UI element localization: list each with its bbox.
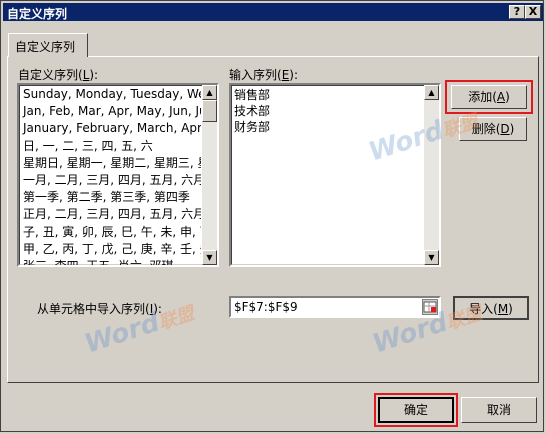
- list-item[interactable]: 子, 丑, 寅, 卯, 辰, 巳, 午, 未, 申, 酉: [21, 224, 201, 241]
- scroll-down-icon[interactable]: ▼: [202, 250, 217, 265]
- tab-label: 自定义序列: [15, 40, 76, 54]
- ok-button[interactable]: 确定: [378, 397, 454, 423]
- list-item[interactable]: 日, 一, 二, 三, 四, 五, 六: [21, 138, 201, 155]
- scroll-up-icon[interactable]: ▲: [202, 85, 217, 100]
- tab-custom-lists[interactable]: 自定义序列: [8, 33, 88, 57]
- custom-lists-items: Sunday, Monday, Tuesday, WednesdayJan, F…: [21, 86, 201, 265]
- list-item[interactable]: Jan, Feb, Mar, Apr, May, Jun, Jul: [21, 103, 201, 120]
- scroll-thumb[interactable]: [202, 100, 217, 122]
- add-button[interactable]: 添加(A): [451, 85, 527, 109]
- list-item[interactable]: 甲, 乙, 丙, 丁, 戊, 己, 庚, 辛, 壬, 癸: [21, 241, 201, 258]
- list-item[interactable]: Sunday, Monday, Tuesday, Wednesday: [21, 86, 201, 103]
- title-bar: 自定义序列 ? X: [3, 3, 543, 21]
- delete-button[interactable]: 删除(D): [459, 117, 527, 141]
- input-list-entries: 销售部 技术部 财务部: [234, 87, 270, 135]
- range-select-icon: [423, 301, 437, 313]
- custom-lists-label: 自定义序列(L):: [18, 68, 99, 82]
- list-item[interactable]: 一月, 二月, 三月, 四月, 五月, 六月, 七月: [21, 172, 201, 189]
- list-item[interactable]: 第一季, 第二季, 第三季, 第四季: [21, 189, 201, 206]
- list-item[interactable]: 张三, 李四, 王五, 肖六, 邓琪: [21, 258, 201, 265]
- import-range-label: 从单元格中导入序列(I):: [37, 302, 162, 316]
- scroll-down-icon[interactable]: ▼: [424, 250, 439, 265]
- scroll-up-icon[interactable]: ▲: [424, 85, 439, 100]
- input-list-line: 销售部: [234, 88, 271, 102]
- close-icon: X: [528, 5, 538, 18]
- custom-lists-scrollbar[interactable]: ▲ ▼: [202, 85, 217, 265]
- close-button[interactable]: X: [525, 5, 541, 19]
- import-button[interactable]: 导入(M): [453, 296, 529, 320]
- custom-lists-listbox[interactable]: Sunday, Monday, Tuesday, WednesdayJan, F…: [17, 83, 219, 267]
- input-list-line: 技术部: [234, 104, 271, 118]
- list-item[interactable]: January, February, March, April: [21, 120, 201, 137]
- input-list-line: 财务部: [234, 120, 271, 134]
- help-button[interactable]: ?: [509, 5, 525, 19]
- cancel-button[interactable]: 取消: [461, 397, 537, 423]
- input-list-scrollbar[interactable]: ▲ ▼: [424, 85, 439, 265]
- input-list-textarea[interactable]: 销售部技术部财务部 ▲ ▼: [229, 83, 441, 267]
- range-picker-button[interactable]: [422, 299, 438, 315]
- list-item[interactable]: 星期日, 星期一, 星期二, 星期三, 星期四: [21, 155, 201, 172]
- custom-lists-dialog: 自定义序列 ? X 自定义序列 自定义序列(L): Sunday, Monday…: [0, 0, 544, 432]
- help-icon: ?: [513, 5, 521, 18]
- import-range-input[interactable]: $F$7:$F$9: [229, 296, 441, 318]
- list-item[interactable]: 正月, 二月, 三月, 四月, 五月, 六月, 七月: [21, 206, 201, 223]
- dialog-title: 自定义序列: [7, 7, 68, 21]
- input-list-label: 输入序列(E):: [229, 68, 299, 82]
